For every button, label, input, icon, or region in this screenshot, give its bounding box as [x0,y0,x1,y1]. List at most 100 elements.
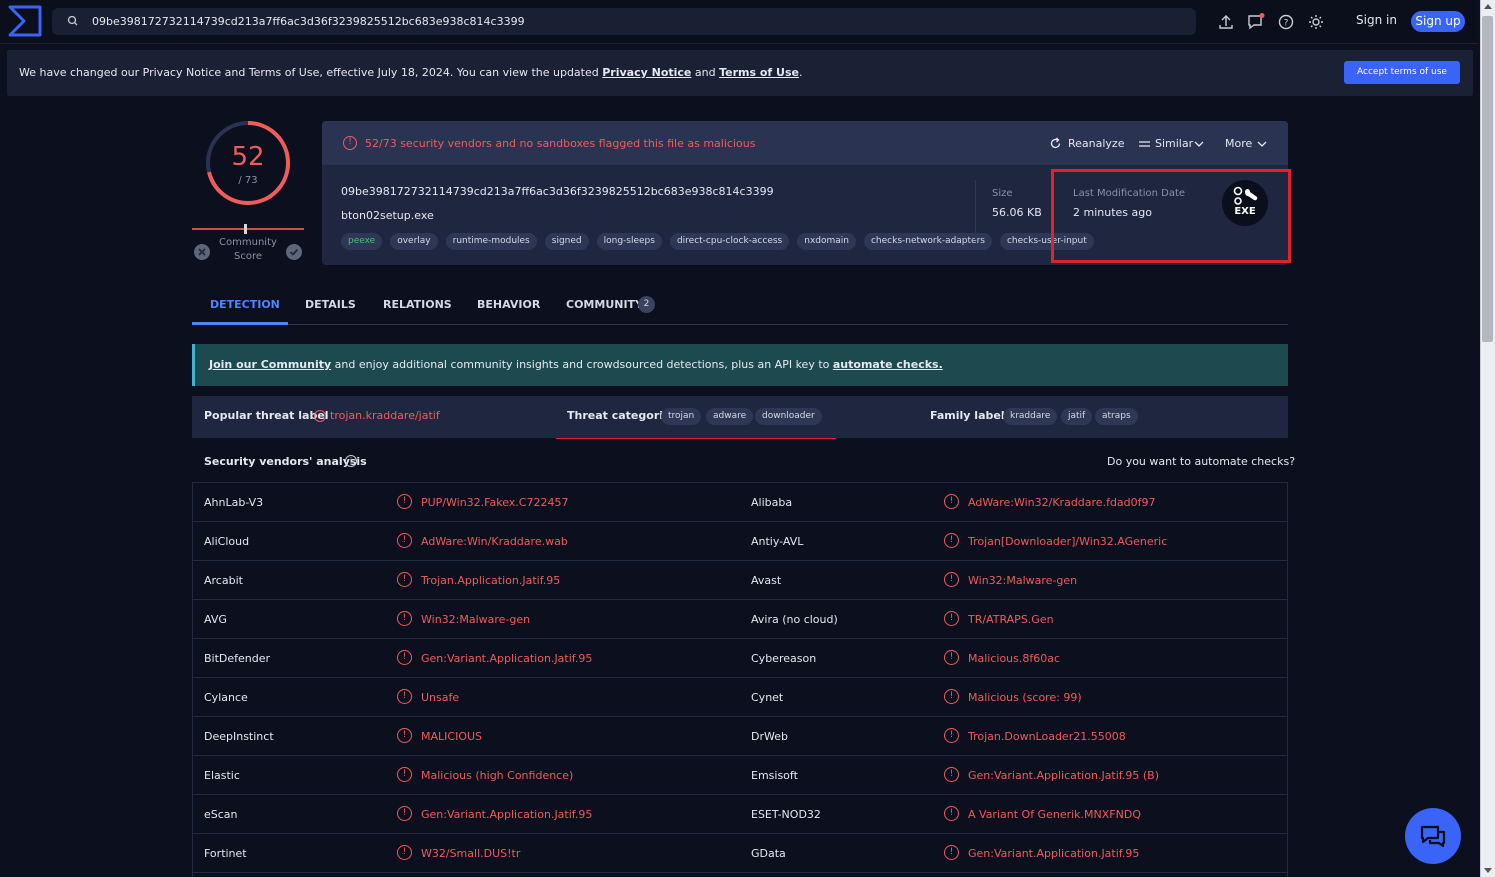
virustotal-logo-icon[interactable] [8,5,42,37]
vendor-name: Arcabit [204,574,243,587]
vendor-results-table: AhnLab-V3 ! PUP/Win32.Fakex.C722457 Alib… [192,482,1288,877]
family-label-chip[interactable]: kraddare [1003,408,1058,425]
vendor-result: Trojan.DownLoader21.55008 [968,730,1126,743]
file-tag[interactable]: peexe [341,233,383,250]
join-community-link[interactable]: Join our Community [209,358,331,371]
vendor-name: AhnLab-V3 [204,496,264,509]
detection-count: 52 [231,142,265,172]
theme-toggle-icon[interactable] [1306,12,1326,32]
scrollbar-thumb[interactable] [1482,16,1493,342]
table-row: AhnLab-V3 ! PUP/Win32.Fakex.C722457 Alib… [193,483,1287,522]
search-bar[interactable] [52,8,1196,35]
scroll-up-icon[interactable] [1484,4,1492,9]
upload-icon[interactable] [1216,12,1236,32]
vendor-name: GData [751,847,786,860]
file-tag[interactable]: nxdomain [797,233,856,250]
similar-icon[interactable] [1138,138,1151,150]
vendor-result: A Variant Of Generik.MNXFNDQ [968,808,1141,821]
vendor-name: ESET-NOD32 [751,808,821,821]
vendor-result: MALICIOUS [421,730,483,743]
vendor-result: Gen:Variant.Application.Jatif.95 (B) [968,769,1159,782]
more-button[interactable]: More [1225,137,1252,150]
file-tag[interactable]: long-sleeps [596,233,662,250]
malicious-icon: ! [397,650,412,665]
divider [975,180,976,240]
size-label: Size [992,188,1013,199]
help-icon[interactable]: ? [1276,12,1296,32]
family-labels-title: Family labels [930,409,1012,422]
malicious-icon: ! [397,845,412,860]
chevron-down-icon[interactable] [1194,140,1204,148]
vendor-result: AdWare:Win/Kraddare.wab [421,535,568,548]
table-row: Elastic ! Malicious (high Confidence) Em… [193,756,1287,795]
popular-threat-label-title: Popular threat label [204,409,329,422]
automate-checks-prompt[interactable]: Do you want to automate checks? [1107,455,1295,468]
file-tag[interactable]: direct-cpu-clock-access [669,233,790,250]
info-icon[interactable]: i [345,455,357,467]
vendor-result: Win32:Malware-gen [421,613,531,626]
privacy-notice-link[interactable]: Privacy Notice [602,66,691,79]
accept-terms-button[interactable]: Accept terms of use [1344,61,1460,84]
tab-relations[interactable]: RELATIONS [383,298,452,311]
tab-behavior[interactable]: BEHAVIOR [477,298,540,311]
table-row: DeepInstinct ! MALICIOUS DrWeb ! Trojan.… [193,717,1287,756]
vendor-name: Cybereason [751,652,817,665]
tab-community[interactable]: COMMUNITY [566,298,643,311]
tab-details[interactable]: DETAILS [305,298,356,311]
file-tag[interactable]: signed [544,233,589,250]
malicious-icon: ! [944,572,959,587]
malicious-icon: ! [397,494,412,509]
reanalyze-icon[interactable] [1049,137,1062,150]
file-tag[interactable]: checks-network-adapters [863,233,992,250]
family-label-chip[interactable]: atraps [1095,408,1138,425]
svg-text:?: ? [1284,19,1289,29]
chat-icon [1420,825,1446,848]
vendor-name: Cylance [204,691,248,704]
file-hash[interactable]: 09be398172732114739cd213a7ff6ac3d36f3239… [341,185,774,198]
vendor-result: Malicious.8f60ac [968,652,1061,665]
scroll-down-icon[interactable] [1484,868,1492,873]
automate-checks-link[interactable]: automate checks. [833,358,943,371]
vendor-result: Malicious (high Confidence) [421,769,574,782]
vendor-result: Trojan.Application.Jatif.95 [421,574,561,587]
chevron-down-icon[interactable] [1257,140,1267,148]
file-tag[interactable]: runtime-modules [445,233,537,250]
sign-in-link[interactable]: Sign in [1356,13,1397,27]
malicious-icon: ! [944,728,959,743]
threat-category-chip[interactable]: downloader [755,408,822,425]
chat-button[interactable] [1405,808,1461,864]
file-tag[interactable]: overlay [390,233,438,250]
malicious-icon: ! [397,689,412,704]
vote-harmless-icon[interactable] [286,244,302,260]
similar-button[interactable]: Similar [1155,137,1193,150]
malicious-icon: ! [944,845,959,860]
search-input[interactable] [92,11,1182,32]
community-score-bar [192,228,304,230]
terms-of-use-link[interactable]: Terms of Use [719,66,799,79]
reanalyze-button[interactable]: Reanalyze [1068,137,1124,150]
malicious-icon: ! [397,806,412,821]
notifications-icon[interactable] [1246,12,1266,32]
community-score-label: Community Score [219,237,277,262]
threat-category-chip[interactable]: trojan [661,408,702,425]
vendor-name: Avast [751,574,782,587]
vendor-name: Antiy-AVL [751,535,804,548]
vendor-name: DeepInstinct [204,730,274,743]
vendor-name: Alibaba [751,496,793,509]
malicious-icon: ! [397,572,412,587]
vote-malicious-icon[interactable] [194,244,210,260]
threat-category-chip[interactable]: adware [706,408,754,425]
table-row: Fortinet ! W32/Small.DUS!tr GData ! Gen:… [193,834,1287,873]
malicious-icon: ! [397,533,412,548]
malicious-icon: ! [397,611,412,626]
security-vendors-title: Security vendors' analysis [204,455,367,468]
community-score-marker [244,224,247,234]
alert-icon: ! [343,136,357,150]
malicious-icon: ! [944,611,959,626]
family-label-chip[interactable]: jatif [1061,408,1093,425]
vendor-name: Emsisoft [751,769,798,782]
search-icon [67,15,78,26]
tab-detection[interactable]: DETECTION [210,298,280,311]
sign-up-button[interactable]: Sign up [1411,11,1465,32]
vendor-result: Unsafe [421,691,460,704]
